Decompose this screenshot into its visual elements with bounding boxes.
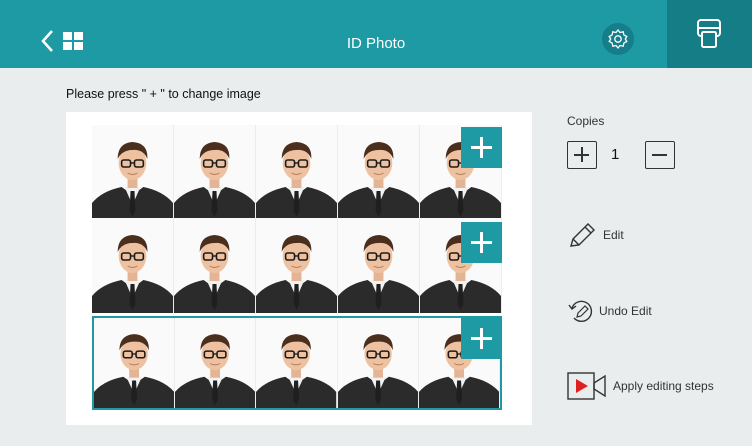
add-image-button[interactable] (461, 318, 502, 359)
id-photo-thumbnail (338, 218, 420, 313)
edit-button[interactable]: Edit (567, 220, 624, 250)
pencil-icon (570, 223, 595, 247)
add-image-button[interactable] (461, 222, 502, 263)
back-icon[interactable] (38, 28, 58, 54)
id-photo-thumbnail (92, 218, 174, 313)
photo-sheet (66, 112, 532, 425)
add-image-button[interactable] (461, 127, 502, 168)
copies-decrease-button[interactable] (645, 141, 675, 169)
print-icon (697, 19, 721, 48)
photo-row[interactable] (92, 218, 502, 313)
apply-editing-steps-label: Apply editing steps (613, 379, 714, 393)
undo-edit-icon (568, 300, 593, 322)
copies-label: Copies (567, 114, 605, 128)
page-title: ID Photo (346, 35, 406, 52)
photo-row[interactable] (92, 125, 502, 220)
id-photo-thumbnail (337, 318, 419, 408)
id-photo-thumbnail (175, 318, 257, 408)
id-photo-thumbnail (174, 125, 256, 220)
id-photo-thumbnail (92, 125, 174, 220)
apply-editing-steps-button[interactable]: Apply editing steps (567, 372, 714, 400)
settings-icon (608, 28, 628, 50)
id-photo-thumbnail (94, 318, 176, 408)
video-play-icon (567, 372, 606, 400)
copies-value: 1 (611, 146, 620, 163)
photo-row-selected[interactable] (92, 316, 502, 410)
copies-increase-button[interactable] (567, 141, 597, 169)
instruction-text: Please press " + " to change image (66, 87, 261, 101)
app-header: ID Photo (0, 0, 752, 68)
grid-icon[interactable] (63, 32, 83, 50)
undo-edit-button[interactable]: Undo Edit (567, 296, 652, 326)
undo-edit-label: Undo Edit (599, 304, 652, 318)
id-photo-thumbnail (256, 218, 338, 313)
id-photo-thumbnail (256, 125, 338, 220)
id-photo-thumbnail (256, 318, 338, 408)
print-button[interactable] (667, 0, 752, 68)
edit-label: Edit (603, 228, 624, 242)
id-photo-thumbnail (338, 125, 420, 220)
id-photo-thumbnail (174, 218, 256, 313)
settings-button[interactable] (602, 23, 634, 55)
